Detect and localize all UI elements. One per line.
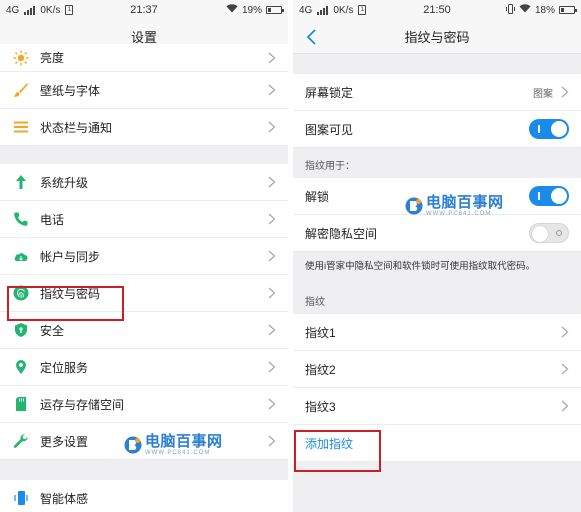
chevron-right-icon bbox=[268, 398, 276, 410]
settings-item-location[interactable]: 定位服务 bbox=[0, 349, 288, 386]
chevron-right-icon bbox=[268, 250, 276, 262]
settings-item-memory-storage[interactable]: 运存与存储空间 bbox=[0, 386, 288, 423]
page-title: 指纹与密码 bbox=[293, 20, 581, 54]
signal-icon bbox=[317, 5, 329, 15]
pattern-visible-item: 图案可见 bbox=[293, 111, 581, 148]
sd-card-icon bbox=[12, 395, 30, 413]
settings-item-label: 定位服务 bbox=[40, 360, 89, 375]
fingerprint-item-label: 指纹2 bbox=[305, 362, 336, 377]
cloud-icon bbox=[12, 247, 30, 265]
highlight-box bbox=[7, 286, 124, 321]
section-divider bbox=[293, 54, 581, 74]
network-speed: 0K/s bbox=[333, 4, 354, 16]
network-type: 4G bbox=[6, 4, 20, 16]
signal-icon bbox=[24, 5, 36, 15]
arrow-up-icon bbox=[12, 173, 30, 191]
battery-icon bbox=[559, 6, 577, 14]
phone-icon bbox=[12, 210, 30, 228]
highlight-box bbox=[294, 430, 381, 472]
screen-lock-label: 屏幕锁定 bbox=[305, 85, 354, 100]
chevron-right-icon bbox=[561, 363, 569, 375]
page-title-text: 指纹与密码 bbox=[404, 30, 470, 45]
fingerprint-note: 使用i管家中隐私空间和软件锁时可使用指纹取代密码。 bbox=[293, 252, 581, 292]
section-divider bbox=[0, 460, 288, 480]
private-space-toggle[interactable] bbox=[529, 223, 569, 243]
wrench-icon bbox=[12, 432, 30, 450]
watermark-logo-icon bbox=[124, 436, 142, 454]
settings-screen: 4G 0K/s 1 21:37 19% 设置 亮度 壁纸与字体 状态栏与通知 系… bbox=[0, 0, 288, 512]
fingerprint-item-label: 指纹1 bbox=[305, 325, 336, 340]
sim-icon: 1 bbox=[358, 5, 367, 15]
watermark-url: WWW.PC841.COM bbox=[426, 211, 492, 217]
watermark-text: 电脑百事网 bbox=[145, 433, 223, 450]
fingerprint-item-3[interactable]: 指纹3 bbox=[293, 388, 581, 425]
status-bar: 4G 0K/s 1 21:50 18% bbox=[293, 0, 581, 20]
private-space-label: 解密隐私空间 bbox=[305, 226, 378, 241]
settings-item-label: 状态栏与通知 bbox=[40, 120, 113, 135]
back-arrow-icon[interactable] bbox=[303, 26, 323, 48]
settings-item-label: 运存与存储空间 bbox=[40, 397, 125, 412]
watermark-url: WWW.PC841.COM bbox=[145, 450, 211, 456]
chevron-right-icon bbox=[561, 86, 569, 98]
chevron-right-icon bbox=[268, 287, 276, 299]
chevron-right-icon bbox=[268, 121, 276, 133]
shield-icon bbox=[12, 321, 30, 339]
pattern-visible-label: 图案可见 bbox=[305, 122, 354, 137]
sim-icon: 1 bbox=[65, 5, 74, 15]
settings-item-label: 电话 bbox=[40, 212, 65, 227]
brush-icon bbox=[12, 81, 30, 99]
wifi-icon bbox=[226, 4, 238, 16]
fingerprint-item-2[interactable]: 指纹2 bbox=[293, 351, 581, 388]
chevron-right-icon bbox=[268, 435, 276, 447]
brightness-icon bbox=[12, 49, 30, 67]
settings-item-phone[interactable]: 电话 bbox=[0, 201, 288, 238]
settings-item-smart-motion[interactable]: 智能体感 bbox=[0, 480, 288, 512]
chevron-right-icon bbox=[268, 361, 276, 373]
fingerprint-item-label: 指纹3 bbox=[305, 399, 336, 414]
network-speed: 0K/s bbox=[40, 4, 61, 16]
settings-item-label: 帐户与同步 bbox=[40, 249, 101, 264]
chevron-right-icon bbox=[268, 84, 276, 96]
watermark-text: 电脑百事网 bbox=[426, 194, 504, 211]
fingerprint-password-screen: 4G 0K/s 1 21:50 18% 指纹与密码 屏幕锁定 图案 图案可见 指… bbox=[293, 0, 581, 512]
location-icon bbox=[12, 358, 30, 376]
list-icon bbox=[12, 118, 30, 136]
fingerprint-section-header: 指纹 bbox=[293, 292, 581, 314]
chevron-right-icon bbox=[268, 324, 276, 336]
watermark: 电脑百事网 WWW.PC841.COM bbox=[124, 434, 223, 456]
phone-motion-icon bbox=[12, 489, 30, 507]
settings-item-wallpaper-font[interactable]: 壁纸与字体 bbox=[0, 72, 288, 109]
settings-item-account-sync[interactable]: 帐户与同步 bbox=[0, 238, 288, 275]
chevron-right-icon bbox=[268, 176, 276, 188]
screen-lock-value: 图案 bbox=[533, 88, 553, 100]
settings-item-label: 壁纸与字体 bbox=[40, 83, 101, 98]
settings-item-label: 系统升级 bbox=[40, 175, 89, 190]
vibrate-icon bbox=[505, 3, 515, 17]
status-bar: 4G 0K/s 1 21:37 19% bbox=[0, 0, 288, 20]
watermark-logo-icon bbox=[405, 197, 423, 215]
settings-item-statusbar-notifications[interactable]: 状态栏与通知 bbox=[0, 109, 288, 146]
unlock-toggle[interactable] bbox=[529, 186, 569, 206]
settings-item-label: 智能体感 bbox=[40, 491, 89, 506]
network-type: 4G bbox=[299, 4, 313, 16]
settings-item-label: 亮度 bbox=[40, 51, 65, 65]
battery-icon bbox=[266, 6, 284, 14]
chevron-right-icon bbox=[268, 52, 276, 64]
private-space-item: 解密隐私空间 bbox=[293, 215, 581, 252]
pattern-visible-toggle[interactable] bbox=[529, 119, 569, 139]
section-divider bbox=[0, 146, 288, 164]
battery-percent: 19% bbox=[241, 4, 262, 16]
chevron-right-icon bbox=[268, 213, 276, 225]
screen-lock-item[interactable]: 屏幕锁定 图案 bbox=[293, 74, 581, 111]
fingerprint-item-1[interactable]: 指纹1 bbox=[293, 314, 581, 351]
settings-item-label: 安全 bbox=[40, 323, 65, 338]
wifi-icon bbox=[519, 4, 531, 16]
chevron-right-icon bbox=[561, 326, 569, 338]
fingerprint-usage-header: 指纹用于： bbox=[293, 148, 581, 178]
battery-percent: 18% bbox=[534, 4, 555, 16]
chevron-right-icon bbox=[561, 400, 569, 412]
watermark: 电脑百事网 WWW.PC841.COM bbox=[405, 195, 504, 217]
settings-item-brightness[interactable]: 亮度 bbox=[0, 44, 288, 72]
settings-item-system-update[interactable]: 系统升级 bbox=[0, 164, 288, 201]
